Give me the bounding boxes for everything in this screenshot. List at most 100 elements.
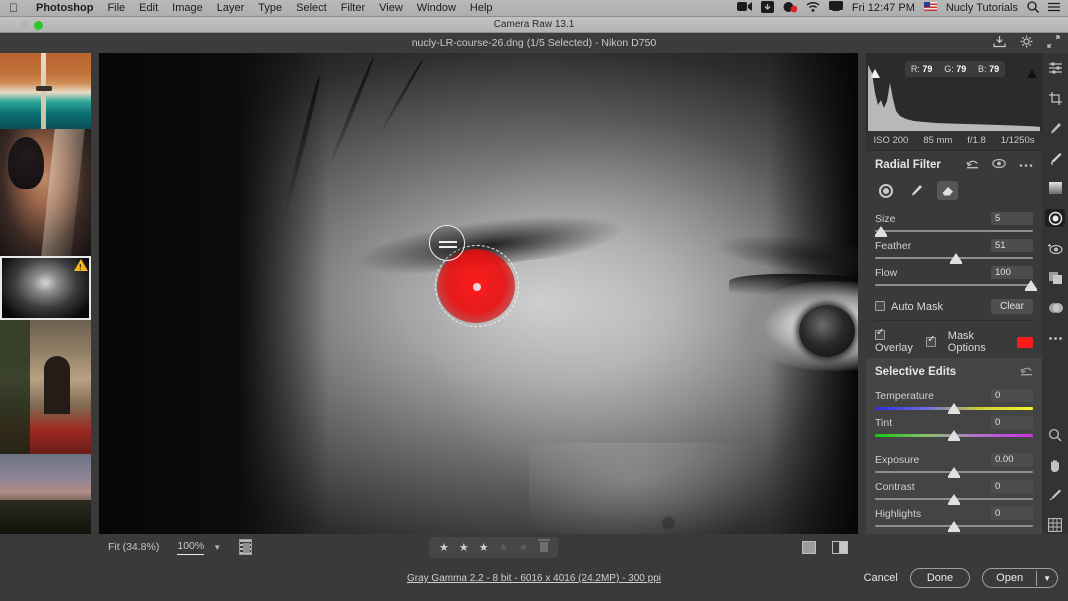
done-button[interactable]: Done [909, 568, 971, 588]
image-canvas[interactable] [99, 53, 858, 534]
menubar-user[interactable]: Nucly Tutorials [946, 2, 1018, 14]
control-center-icon[interactable] [1048, 2, 1060, 15]
snapshots-icon[interactable] [1045, 269, 1065, 287]
slider-temperature-value[interactable]: 0 [991, 389, 1033, 402]
zoom-button[interactable] [34, 21, 43, 30]
slider-feather[interactable]: Feather 51 [875, 238, 1033, 264]
menubar-clock[interactable]: Fri 12:47 PM [852, 2, 915, 14]
slider-contrast-track[interactable] [875, 494, 1033, 505]
slider-tint-value[interactable]: 0 [991, 416, 1033, 429]
slider-highlights-value[interactable]: 0 [991, 507, 1033, 520]
slider-feather-value[interactable]: 51 [991, 239, 1033, 252]
slider-flow-track[interactable] [875, 280, 1038, 291]
list-item[interactable] [0, 320, 91, 454]
radial-tool[interactable] [875, 181, 896, 200]
slider-temperature[interactable]: Temperature 0 [875, 388, 1033, 414]
edit-sliders-icon[interactable] [1045, 59, 1065, 77]
red-eye-icon[interactable] [1045, 239, 1065, 257]
trash-icon[interactable] [538, 539, 551, 552]
thumb-aerial-beach[interactable] [0, 53, 91, 129]
menu-filter[interactable]: Filter [334, 2, 372, 14]
slider-contrast[interactable]: Contrast 0 [875, 479, 1033, 505]
list-item[interactable] [0, 454, 91, 534]
fullscreen-icon[interactable] [1047, 35, 1060, 51]
chevron-down-icon[interactable]: ▼ [1036, 570, 1057, 586]
mask-options-group[interactable]: Mask Options [926, 330, 1033, 354]
slider-feather-track[interactable] [875, 253, 1033, 264]
graduated-filter-icon[interactable] [1045, 179, 1065, 197]
more-icon[interactable] [1045, 329, 1065, 347]
slider-exposure[interactable]: Exposure 0.00 [875, 452, 1033, 478]
grid-icon[interactable] [1045, 516, 1065, 534]
star-2-icon[interactable]: ★ [459, 541, 469, 554]
slider-temperature-track[interactable] [875, 403, 1033, 414]
slider-size[interactable]: Size 5 [875, 211, 1033, 237]
slider-size-value[interactable]: 5 [991, 212, 1033, 225]
us-flag-icon[interactable] [923, 2, 937, 14]
airplay-icon[interactable] [828, 1, 843, 15]
overlay-checkbox[interactable]: Overlay [875, 327, 926, 354]
menu-image[interactable]: Image [165, 2, 210, 14]
download-icon[interactable] [760, 0, 774, 16]
presets-icon[interactable] [1045, 299, 1065, 317]
star-4-icon[interactable]: ★ [499, 541, 509, 554]
slider-flow-value[interactable]: 100 [991, 266, 1033, 279]
reset-icon[interactable] [1020, 365, 1033, 379]
slider-highlights-track[interactable] [875, 521, 1033, 532]
rating-control[interactable]: ★ ★ ★ ★ ★ [429, 536, 559, 558]
clear-button[interactable]: Clear [991, 299, 1033, 314]
crop-icon[interactable] [1045, 89, 1065, 107]
radial-filter-icon[interactable] [1045, 209, 1065, 227]
menu-photoshop[interactable]: Photoshop [29, 2, 100, 14]
apple-icon[interactable]:  [0, 2, 29, 14]
slider-contrast-value[interactable]: 0 [991, 480, 1033, 493]
single-view-icon[interactable] [802, 540, 816, 554]
open-button[interactable]: Open ▼ [982, 568, 1058, 588]
menu-type[interactable]: Type [251, 2, 289, 14]
menu-edit[interactable]: Edit [132, 2, 165, 14]
menu-file[interactable]: File [100, 2, 132, 14]
zoom-fit-label[interactable]: Fit (34.8%) [99, 541, 159, 553]
filmstrip[interactable] [0, 53, 91, 534]
hand-icon[interactable] [1045, 456, 1065, 474]
mask-color-swatch[interactable] [1017, 336, 1033, 348]
minimize-button[interactable] [20, 21, 29, 30]
brush-add-tool[interactable] [906, 181, 927, 200]
save-image-icon[interactable] [993, 35, 1006, 51]
white-balance-eyedropper-icon[interactable] [1045, 486, 1065, 504]
slider-tint[interactable]: Tint 0 [875, 415, 1033, 441]
menu-help[interactable]: Help [463, 2, 500, 14]
star-1-icon[interactable]: ★ [439, 541, 449, 554]
slider-flow[interactable]: Flow 100 [875, 265, 1038, 291]
reset-icon[interactable] [966, 158, 979, 172]
slider-shadows[interactable]: Shadows 0 [875, 533, 1033, 534]
thumb-building-red-carpet[interactable] [0, 320, 91, 454]
adjustment-brush-icon[interactable] [1045, 149, 1065, 167]
star-3-icon[interactable]: ★ [479, 541, 489, 554]
slider-tint-track[interactable] [875, 430, 1033, 441]
menu-view[interactable]: View [372, 2, 410, 14]
filmstrip-toggle-icon[interactable] [239, 539, 253, 555]
menu-select[interactable]: Select [289, 2, 334, 14]
star-5-icon[interactable]: ★ [519, 541, 529, 554]
close-button[interactable] [6, 21, 15, 30]
cancel-button[interactable]: Cancel [864, 572, 898, 584]
radial-mask-center-pin[interactable] [473, 283, 481, 291]
preferences-gear-icon[interactable] [1020, 35, 1033, 51]
eraser-tool[interactable] [937, 181, 958, 200]
spot-removal-icon[interactable] [1045, 119, 1065, 137]
zoom-level-value[interactable]: 100% [177, 540, 205, 555]
auto-mask-checkbox[interactable]: Auto Mask [875, 300, 943, 313]
histogram[interactable]: R: 79 G: 79 B: 79 [866, 53, 1042, 131]
zoom-icon[interactable] [1045, 426, 1065, 444]
list-item[interactable] [0, 53, 91, 129]
menu-layer[interactable]: Layer [210, 2, 252, 14]
wifi-icon[interactable] [806, 1, 820, 15]
menu-window[interactable]: Window [410, 2, 463, 14]
thumb-portrait-veil[interactable] [0, 129, 91, 256]
more-options-icon[interactable] [1019, 159, 1033, 171]
slider-exposure-value[interactable]: 0.00 [991, 453, 1033, 466]
visibility-eye-icon[interactable] [992, 158, 1006, 172]
slider-size-track[interactable] [875, 226, 1033, 237]
slider-highlights[interactable]: Highlights 0 [875, 506, 1033, 532]
